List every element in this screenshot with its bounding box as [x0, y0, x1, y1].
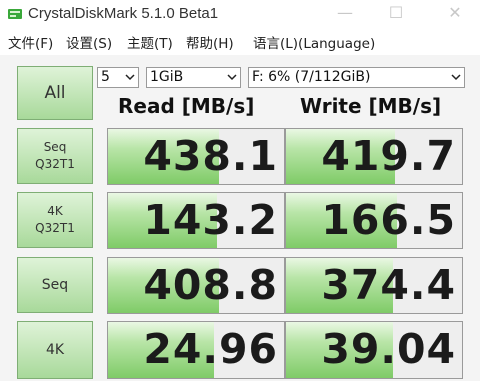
seq-q32t1-write-value: 419.7: [321, 132, 456, 180]
app-icon: [8, 9, 22, 19]
seq-read-value: 408.8: [143, 261, 278, 309]
menu-help[interactable]: 帮助(H): [186, 32, 234, 52]
seq-q32t1-write-cell: 419.7: [285, 128, 463, 185]
4k-q32t1-read-value: 143.2: [143, 196, 278, 244]
window-title: CrystalDiskMark 5.1.0 Beta1: [28, 5, 219, 22]
menu-file[interactable]: 文件(F): [8, 32, 53, 52]
test-count-select[interactable]: 5: [97, 67, 139, 88]
test-label-line2: Q32T1: [35, 157, 75, 171]
test-label-line1: Seq: [41, 276, 69, 293]
menu-language[interactable]: 语言(L)(Language): [253, 32, 375, 52]
4k-q32t1-write-value: 166.5: [321, 196, 456, 244]
maximize-icon[interactable]: ☐: [381, 2, 411, 24]
4k-write-cell: 39.04: [285, 321, 463, 379]
drive-value: F: 6% (7/112GiB): [252, 69, 371, 85]
title-bar: CrystalDiskMark 5.1.0 Beta1 — ☐ ✕: [0, 0, 480, 28]
menu-theme[interactable]: 主题(T): [127, 32, 173, 52]
write-header: Write [MB/s]: [300, 94, 442, 118]
test-label-line1: 4K: [45, 341, 65, 358]
chevron-down-icon: [227, 74, 237, 81]
seq-read-cell: 408.8: [107, 257, 285, 314]
4k-button[interactable]: 4K: [17, 321, 93, 379]
4k-read-cell: 24.96: [107, 321, 285, 379]
test-label-line2: Q32T1: [35, 221, 75, 235]
4k-write-value: 39.04: [321, 325, 456, 373]
minimize-icon[interactable]: —: [330, 2, 360, 24]
menu-bar: 文件(F) 设置(S) 主题(T) 帮助(H) 语言(L)(Language): [0, 30, 480, 52]
menu-settings[interactable]: 设置(S): [66, 32, 112, 52]
4k-q32t1-read-cell: 143.2: [107, 192, 285, 249]
test-label-line1: Seq: [43, 140, 67, 154]
close-icon[interactable]: ✕: [440, 2, 470, 24]
4k-read-value: 24.96: [143, 325, 278, 373]
test-size-value: 1GiB: [150, 69, 184, 85]
drive-select[interactable]: F: 6% (7/112GiB): [248, 67, 465, 88]
test-label-line1: 4K: [47, 204, 63, 218]
4k-q32t1-button[interactable]: 4K Q32T1: [17, 192, 93, 248]
chevron-down-icon: [451, 74, 461, 81]
chevron-down-icon: [125, 74, 135, 81]
seq-q32t1-button[interactable]: Seq Q32T1: [17, 128, 93, 184]
seq-write-cell: 374.4: [285, 257, 463, 314]
4k-q32t1-write-cell: 166.5: [285, 192, 463, 249]
seq-q32t1-read-value: 438.1: [143, 132, 278, 180]
test-count-value: 5: [101, 69, 110, 85]
test-size-select[interactable]: 1GiB: [146, 67, 241, 88]
read-header: Read [MB/s]: [118, 94, 255, 118]
seq-q32t1-read-cell: 438.1: [107, 128, 285, 185]
all-button[interactable]: All: [17, 66, 93, 120]
seq-write-value: 374.4: [321, 261, 456, 309]
seq-button[interactable]: Seq: [17, 257, 93, 313]
